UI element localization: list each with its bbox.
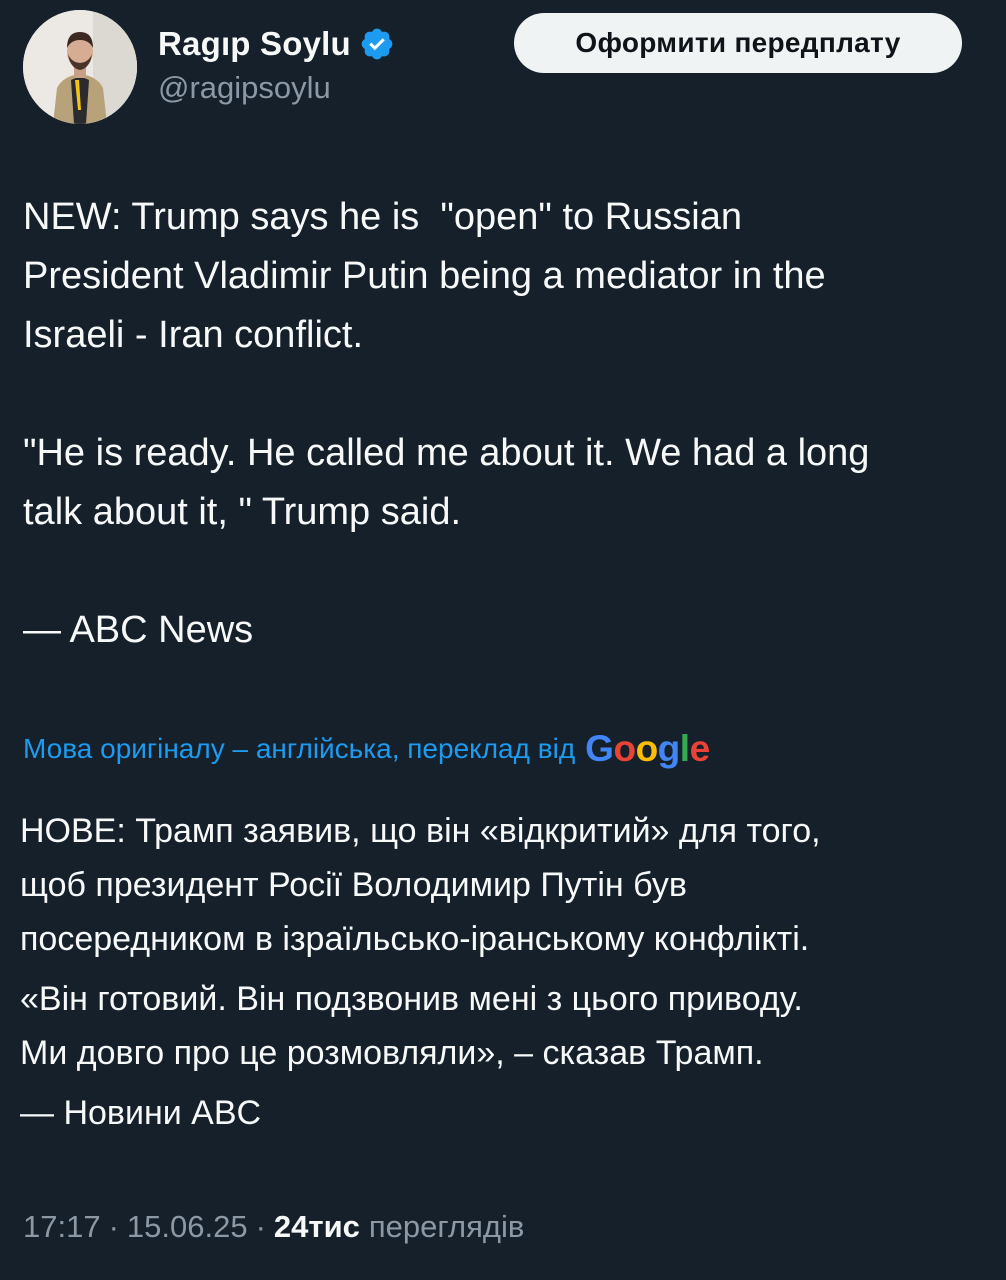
tweet-date[interactable]: 15.06.25 <box>127 1209 248 1245</box>
meta-separator: · <box>255 1209 266 1244</box>
avatar-photo <box>23 10 137 124</box>
translation-note-label: Мова оригіналу – англійська, переклад ві… <box>23 733 576 764</box>
translation-note[interactable]: Мова оригіналу – англійська, переклад ві… <box>23 728 710 770</box>
views-label: переглядів <box>368 1209 525 1244</box>
tweet-text: NEW: Trump says he is "open" to Russian … <box>23 188 988 660</box>
translated-paragraph: НОВЕ: Трамп заявив, що він «відкритий» д… <box>20 812 821 958</box>
views-count[interactable]: 24тис <box>274 1209 360 1245</box>
author-name-row[interactable]: Ragıp Soylu <box>158 22 395 66</box>
translated-paragraph: «Він готовий. Він подзвонив мені з цього… <box>20 980 803 1072</box>
tweet-paragraph: NEW: Trump says he is "open" to Russian … <box>23 196 826 356</box>
tweet-paragraph: "He is ready. He called me about it. We … <box>23 432 870 533</box>
display-name[interactable]: Ragıp Soylu <box>158 25 351 63</box>
translated-paragraph: — Новини ABC <box>20 1094 262 1132</box>
tweet-time[interactable]: 17:17 <box>23 1209 101 1245</box>
tweet-meta: 17:17 · 15.06.25 · 24тис переглядів <box>23 1209 524 1245</box>
meta-separator: · <box>108 1209 119 1244</box>
subscribe-button[interactable]: Оформити передплату <box>514 13 962 73</box>
translated-text: НОВЕ: Трамп заявив, що він «відкритий» д… <box>20 804 990 1140</box>
tweet-paragraph: — ABC News <box>23 609 254 651</box>
avatar[interactable] <box>23 10 137 124</box>
google-logo: Google <box>585 728 710 769</box>
verified-badge-icon <box>359 26 395 62</box>
author-handle[interactable]: @ragipsoylu <box>158 70 331 106</box>
